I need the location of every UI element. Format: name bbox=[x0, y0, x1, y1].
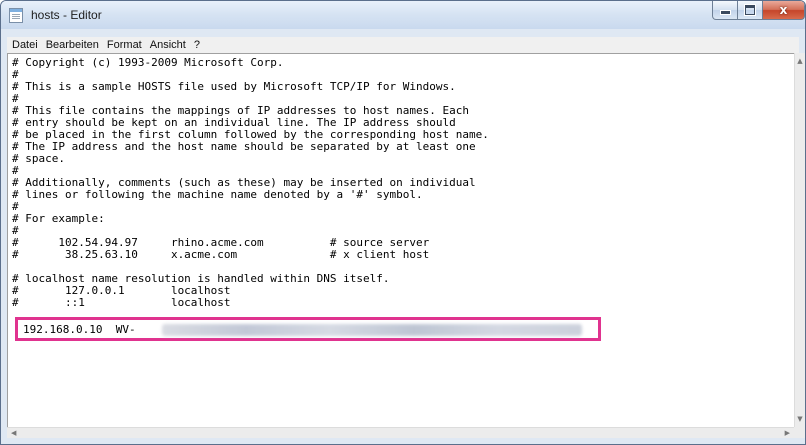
text-line: # This is a sample HOSTS file used by Mi… bbox=[12, 80, 456, 93]
close-icon: x bbox=[779, 3, 788, 17]
blurred-hostname bbox=[162, 324, 582, 336]
text-line: # ::1 localhost bbox=[12, 296, 231, 309]
text-line: # Copyright (c) 1993-2009 Microsoft Corp… bbox=[12, 56, 284, 69]
scroll-right-icon[interactable]: ▶ bbox=[785, 428, 790, 438]
horizontal-scrollbar[interactable]: ◀ ▶ bbox=[7, 427, 794, 438]
title-bar[interactable]: hosts - Editor x bbox=[1, 1, 805, 29]
text-line: # 38.25.63.10 x.acme.com # x client host bbox=[12, 248, 430, 261]
scrollbar-corner bbox=[794, 427, 805, 438]
window-bottom-border bbox=[1, 438, 805, 444]
vertical-scrollbar[interactable]: ▲ ▼ bbox=[794, 53, 805, 427]
menu-format[interactable]: Format bbox=[102, 39, 145, 51]
maximize-icon bbox=[745, 5, 755, 15]
menu-bearbeiten[interactable]: Bearbeiten bbox=[41, 39, 102, 51]
editor-window: hosts - Editor x Datei Bearbeiten Format… bbox=[0, 0, 806, 445]
menu-help[interactable]: ? bbox=[189, 39, 203, 51]
menu-datei[interactable]: Datei bbox=[7, 39, 41, 51]
scroll-up-icon[interactable]: ▲ bbox=[796, 57, 804, 65]
text-line: # lines or following the machine name de… bbox=[12, 188, 423, 201]
text-editor-area[interactable]: # Copyright (c) 1993-2009 Microsoft Corp… bbox=[7, 53, 794, 427]
text-line: # The IP address and the host name shoul… bbox=[12, 140, 476, 153]
menu-bar: Datei Bearbeiten Format Ansicht ? bbox=[7, 37, 799, 53]
minimize-icon bbox=[719, 10, 731, 15]
maximize-button[interactable] bbox=[738, 1, 763, 20]
close-button[interactable]: x bbox=[763, 1, 805, 20]
text-line: # For example: bbox=[12, 212, 105, 225]
scroll-left-icon[interactable]: ◀ bbox=[11, 428, 16, 438]
minimize-button[interactable] bbox=[712, 1, 738, 20]
scroll-down-icon[interactable]: ▼ bbox=[796, 415, 804, 423]
highlighted-host-entry: 192.168.0.10 WV- bbox=[15, 317, 601, 341]
window-title: hosts - Editor bbox=[31, 8, 102, 22]
notepad-icon[interactable] bbox=[9, 8, 23, 23]
menu-ansicht[interactable]: Ansicht bbox=[145, 39, 189, 51]
text-line: # space. bbox=[12, 152, 65, 165]
host-entry-text: 192.168.0.10 WV- bbox=[23, 323, 136, 336]
